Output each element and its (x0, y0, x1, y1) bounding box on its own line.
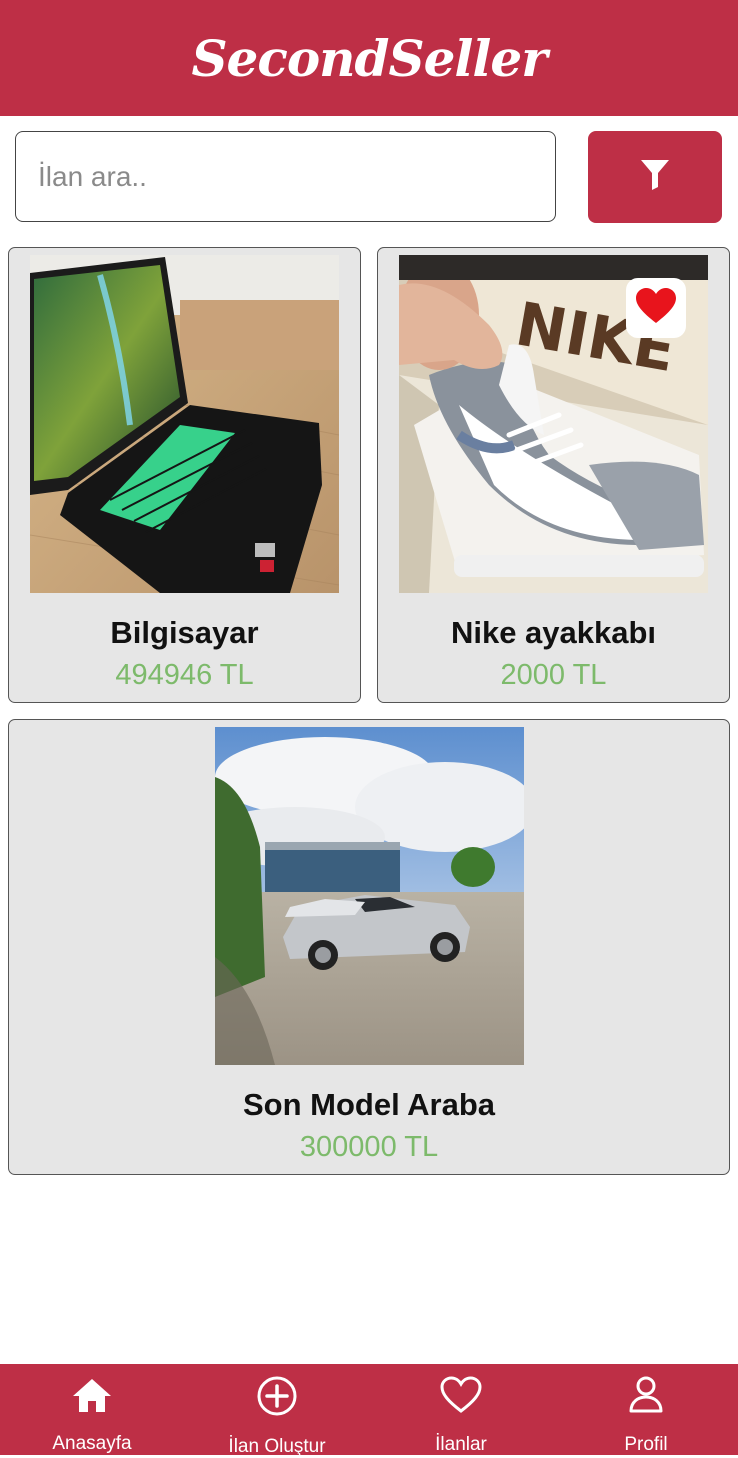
listing-price: 2000 TL (500, 659, 607, 691)
heart-filled-icon (636, 287, 676, 329)
listing-price: 494946 TL (115, 659, 254, 691)
listing-photo-laptop (30, 255, 339, 593)
heart-outline-icon (440, 1376, 482, 1414)
listing-price: 300000 TL (299, 1131, 439, 1163)
plus-circle-icon (257, 1376, 297, 1416)
user-icon (628, 1376, 664, 1414)
nav-label: İlanlar (435, 1434, 487, 1455)
nav-label: Profil (624, 1434, 668, 1455)
filter-button[interactable] (588, 131, 722, 223)
listing-card[interactable]: NIKE Nike ayakkabı 2000 TL (377, 247, 730, 703)
nav-item-create[interactable]: İlan Oluştur (202, 1364, 352, 1457)
listing-title: Son Model Araba (242, 1087, 496, 1122)
favorite-button[interactable] (626, 278, 686, 338)
nav-item-listings[interactable]: İlanlar (386, 1364, 536, 1455)
listing-card[interactable]: Son Model Araba 300000 TL (8, 719, 730, 1175)
home-icon (72, 1376, 112, 1413)
app-logo: SecondSeller (191, 28, 547, 88)
listing-title: Bilgisayar (110, 615, 259, 650)
bottom-nav: Anasayfa İlan Oluştur İlanlar Profil (0, 1364, 738, 1457)
nav-item-home[interactable]: Anasayfa (17, 1364, 167, 1455)
listing-title: Nike ayakkabı (450, 615, 657, 650)
listing-card[interactable]: Bilgisayar 494946 TL (8, 247, 361, 703)
nav-item-profile[interactable]: Profil (571, 1364, 721, 1455)
search-input[interactable] (15, 131, 556, 222)
listing-photo-car (215, 727, 524, 1065)
app-header: SecondSeller (0, 0, 738, 116)
nav-label: Anasayfa (52, 1433, 132, 1454)
filter-icon (640, 159, 670, 196)
